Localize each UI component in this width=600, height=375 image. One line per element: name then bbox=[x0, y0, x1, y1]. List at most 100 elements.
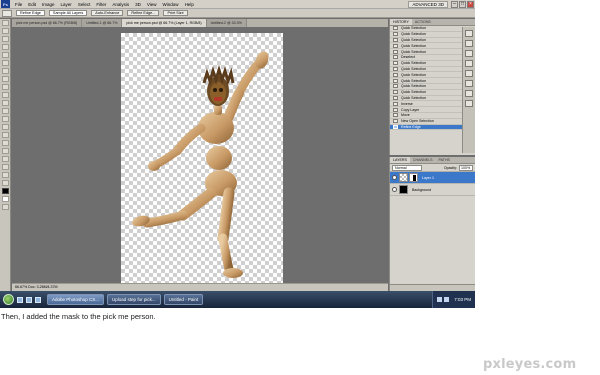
crop-tool-icon[interactable] bbox=[2, 52, 9, 58]
lasso-tool-icon[interactable] bbox=[2, 36, 9, 42]
browser-quicklaunch-icon[interactable] bbox=[26, 296, 32, 303]
document-tab[interactable]: Untitled-1 @ 66.7% bbox=[82, 19, 123, 27]
taskbar-button-photoshop[interactable]: Adobe Photoshop CS... bbox=[47, 294, 105, 305]
hand-tool-icon[interactable] bbox=[2, 172, 9, 178]
brush-tool-icon[interactable] bbox=[2, 76, 9, 82]
menu-select[interactable]: Select bbox=[75, 2, 94, 7]
option-sample-layers[interactable]: Sample All Layers bbox=[48, 10, 88, 16]
history-state-icon bbox=[393, 95, 398, 100]
maximize-icon[interactable]: □ bbox=[459, 0, 466, 8]
refine-edge-button[interactable]: Refine Edge... bbox=[127, 10, 160, 16]
layers-panel-tabs: LAYERS CHANNELS PATHS bbox=[390, 157, 475, 164]
document-tab[interactable]: Untitled-2 @ 33.3% bbox=[206, 19, 247, 27]
menu-window[interactable]: Window bbox=[160, 2, 182, 7]
layer-name: Layer 1 bbox=[422, 175, 434, 180]
taskbar-button-browser[interactable]: Upload step for pick... bbox=[107, 294, 161, 305]
background-color-swatch[interactable] bbox=[2, 196, 9, 202]
history-state-icon bbox=[393, 119, 398, 124]
menu-analysis[interactable]: Analysis bbox=[109, 2, 132, 7]
tab-actions[interactable]: ACTIONS bbox=[412, 19, 434, 25]
foreground-color-swatch[interactable] bbox=[2, 188, 9, 194]
history-item-label: Quick Selection bbox=[401, 61, 426, 66]
history-state-icon bbox=[393, 61, 398, 66]
document-tab[interactable]: pick me person.psd @ 66.7% (RGB/8) bbox=[12, 19, 83, 27]
layer-row-background[interactable]: Background bbox=[390, 184, 475, 196]
shape-tool-icon[interactable] bbox=[2, 156, 9, 162]
show-desktop-icon[interactable] bbox=[17, 296, 23, 303]
blend-mode-select[interactable]: Normal bbox=[392, 164, 422, 171]
marquee-tool-icon[interactable] bbox=[2, 28, 9, 34]
history-item-label: Quick Selection bbox=[401, 84, 426, 89]
history-state-icon bbox=[393, 32, 398, 37]
opacity-input[interactable]: 100% bbox=[459, 164, 473, 171]
history-state-icon bbox=[393, 43, 398, 48]
option-refine-field[interactable]: Refine Edge bbox=[16, 10, 45, 16]
history-item-label: Quick Selection bbox=[401, 66, 426, 71]
menu-view[interactable]: View bbox=[144, 2, 160, 7]
eraser-tool-icon[interactable] bbox=[2, 100, 9, 106]
system-tray: 7:03 PM bbox=[432, 291, 475, 308]
path-selection-tool-icon[interactable] bbox=[2, 148, 9, 154]
menu-file[interactable]: File bbox=[12, 2, 25, 7]
dodge-tool-icon[interactable] bbox=[2, 124, 9, 130]
tab-history[interactable]: HISTORY bbox=[390, 19, 412, 25]
taskbar-clock[interactable]: 7:03 PM bbox=[454, 297, 471, 302]
menu-filter[interactable]: Filter bbox=[93, 2, 109, 7]
history-state-icon bbox=[393, 90, 398, 95]
network-icon[interactable] bbox=[437, 297, 443, 302]
zoom-tool-icon[interactable] bbox=[2, 180, 9, 186]
masks-panel-icon[interactable] bbox=[465, 70, 473, 77]
menu-help[interactable]: Help bbox=[182, 2, 197, 7]
tab-layers[interactable]: LAYERS bbox=[390, 157, 410, 163]
layer-name: Background bbox=[412, 187, 432, 192]
eye-visibility-icon[interactable] bbox=[392, 187, 397, 192]
media-quicklaunch-icon[interactable] bbox=[35, 296, 41, 303]
taskbar-button-paint[interactable]: Untitled - Paint bbox=[163, 294, 204, 305]
layer-row-layer-1[interactable]: Layer 1 bbox=[390, 172, 475, 184]
layer-mask-thumbnail[interactable] bbox=[409, 173, 418, 182]
history-item-label: Inverse bbox=[401, 101, 413, 106]
history-state-icon bbox=[393, 113, 398, 118]
color-panel-icon[interactable] bbox=[465, 30, 473, 37]
document-canvas[interactable] bbox=[121, 33, 283, 283]
workspace-switcher[interactable]: ADVANCED 3D bbox=[408, 0, 448, 8]
character-panel-icon[interactable] bbox=[465, 100, 473, 107]
menu-image[interactable]: Image bbox=[39, 2, 58, 7]
history-brush-tool-icon[interactable] bbox=[2, 92, 9, 98]
history-state-icon bbox=[393, 101, 398, 106]
blur-tool-icon[interactable] bbox=[2, 116, 9, 122]
swatches-panel-icon[interactable] bbox=[465, 40, 473, 47]
3d-rotate-tool-icon[interactable] bbox=[2, 164, 9, 170]
tool-preset-icon[interactable] bbox=[2, 9, 12, 17]
navigator-panel-icon[interactable] bbox=[465, 80, 473, 87]
healing-brush-tool-icon[interactable] bbox=[2, 68, 9, 74]
clone-stamp-tool-icon[interactable] bbox=[2, 84, 9, 90]
history-state-icon bbox=[393, 37, 398, 42]
quick-mask-icon[interactable] bbox=[2, 204, 9, 210]
styles-panel-icon[interactable] bbox=[465, 50, 473, 57]
screenshot: Ps File Edit Image Layer Select Filter A… bbox=[0, 0, 475, 308]
gradient-tool-icon[interactable] bbox=[2, 108, 9, 114]
history-item-label: Quick Selection bbox=[401, 37, 426, 42]
start-button-icon[interactable] bbox=[3, 294, 14, 305]
volume-icon[interactable] bbox=[444, 297, 450, 302]
print-size-button[interactable]: Print Size bbox=[163, 10, 188, 16]
menu-3d[interactable]: 3D bbox=[132, 2, 144, 7]
adjustments-panel-icon[interactable] bbox=[465, 60, 473, 67]
tab-channels[interactable]: CHANNELS bbox=[410, 157, 436, 163]
move-tool-icon[interactable] bbox=[2, 20, 9, 26]
document-tab-active[interactable]: pick me person.psd @ 66.7% (Layer 1, RGB… bbox=[122, 19, 207, 27]
close-icon[interactable]: × bbox=[467, 0, 474, 8]
menu-layer[interactable]: Layer bbox=[58, 2, 75, 7]
tab-paths[interactable]: PATHS bbox=[436, 157, 453, 163]
minimize-icon[interactable]: – bbox=[451, 0, 458, 8]
eye-visibility-icon[interactable] bbox=[392, 175, 397, 180]
type-tool-icon[interactable] bbox=[2, 140, 9, 146]
quick-selection-tool-icon[interactable] bbox=[2, 44, 9, 50]
menu-edit[interactable]: Edit bbox=[25, 2, 39, 7]
history-state-icon bbox=[393, 84, 398, 89]
pen-tool-icon[interactable] bbox=[2, 132, 9, 138]
eyedropper-tool-icon[interactable] bbox=[2, 60, 9, 66]
info-panel-icon[interactable] bbox=[465, 90, 473, 97]
auto-enhance-button[interactable]: Auto-Enhance bbox=[91, 10, 124, 16]
